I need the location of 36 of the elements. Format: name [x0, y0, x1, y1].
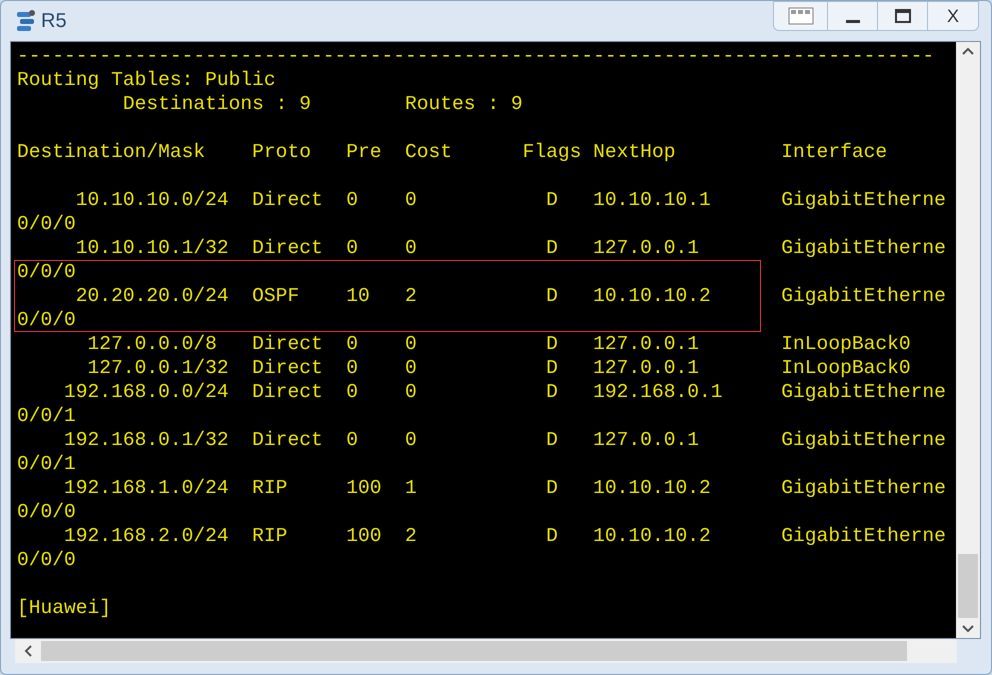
window-layout-icon: [788, 7, 814, 25]
scroll-left-icon[interactable]: [23, 645, 33, 657]
terminal-line: [Huawei]: [17, 597, 112, 619]
scroll-up-icon[interactable]: [962, 46, 974, 56]
network-device-icon: [15, 9, 37, 33]
terminal-line: Routing Tables: Public: [17, 69, 276, 91]
scroll-down-icon[interactable]: [962, 624, 974, 634]
terminal-line: 192.168.0.1/32 Direct 0 0 D 127.0.0.1 GigabitEtherne: [63, 429, 946, 451]
scrollbar-thumb[interactable]: [41, 641, 907, 661]
terminal-line: 127.0.0.1/32 Direct 0 0 D 127.0.0.1 InLoopBack0: [86, 357, 911, 379]
scrollbar-thumb[interactable]: [958, 554, 978, 618]
vertical-scrollbar[interactable]: [956, 42, 980, 638]
terminal-line: 0/0/1: [17, 405, 76, 427]
terminal-line: 192.168.1.0/24 RIP 100 1 D 10.10.10.2 GigabitEtherne: [63, 477, 946, 499]
terminal-line: ------------------------------------------------------------------------------: [17, 45, 934, 67]
minimize-icon: [846, 20, 860, 22]
terminal-line: Destination/Mask Proto Pre Cost Flags NextHop Interface: [17, 141, 888, 163]
maximize-icon: [894, 9, 910, 23]
maximize-button[interactable]: [878, 2, 928, 30]
terminal-line: 127.0.0.0/8 Direct 0 0 D 127.0.0.1 InLoopBack0: [86, 333, 911, 355]
terminal-line: 192.168.2.0/24 RIP 100 2 D 10.10.10.2 GigabitEtherne: [63, 525, 946, 547]
close-button[interactable]: X: [928, 2, 978, 30]
terminal-line: 0/0/0: [17, 309, 76, 331]
terminal-line: 0/0/0: [17, 213, 76, 235]
terminal-line: 0/0/0: [17, 549, 76, 571]
minimize-button[interactable]: [828, 2, 878, 30]
terminal-line: 20.20.20.0/24 OSPF 10 2 D 10.10.10.2 GigabitEtherne: [74, 285, 946, 307]
terminal-line: 0/0/1: [17, 453, 76, 475]
window-title: R5: [41, 9, 67, 34]
terminal-line: 0/0/0: [17, 501, 76, 523]
terminal-line: 10.10.10.1/32 Direct 0 0 D 127.0.0.1 GigabitEtherne: [74, 237, 946, 259]
terminal-line: 10.10.10.0/24 Direct 0 0 D 10.10.10.1 GigabitEtherne: [74, 189, 946, 211]
terminal-line: 192.168.0.0/24 Direct 0 0 D 192.168.0.1 GigabitEtherne: [63, 381, 946, 403]
terminal-line: Destinations : 9 Routes : 9: [122, 93, 523, 115]
terminal-line: 0/0/0: [17, 261, 76, 283]
horizontal-scrollbar[interactable]: [15, 639, 957, 663]
